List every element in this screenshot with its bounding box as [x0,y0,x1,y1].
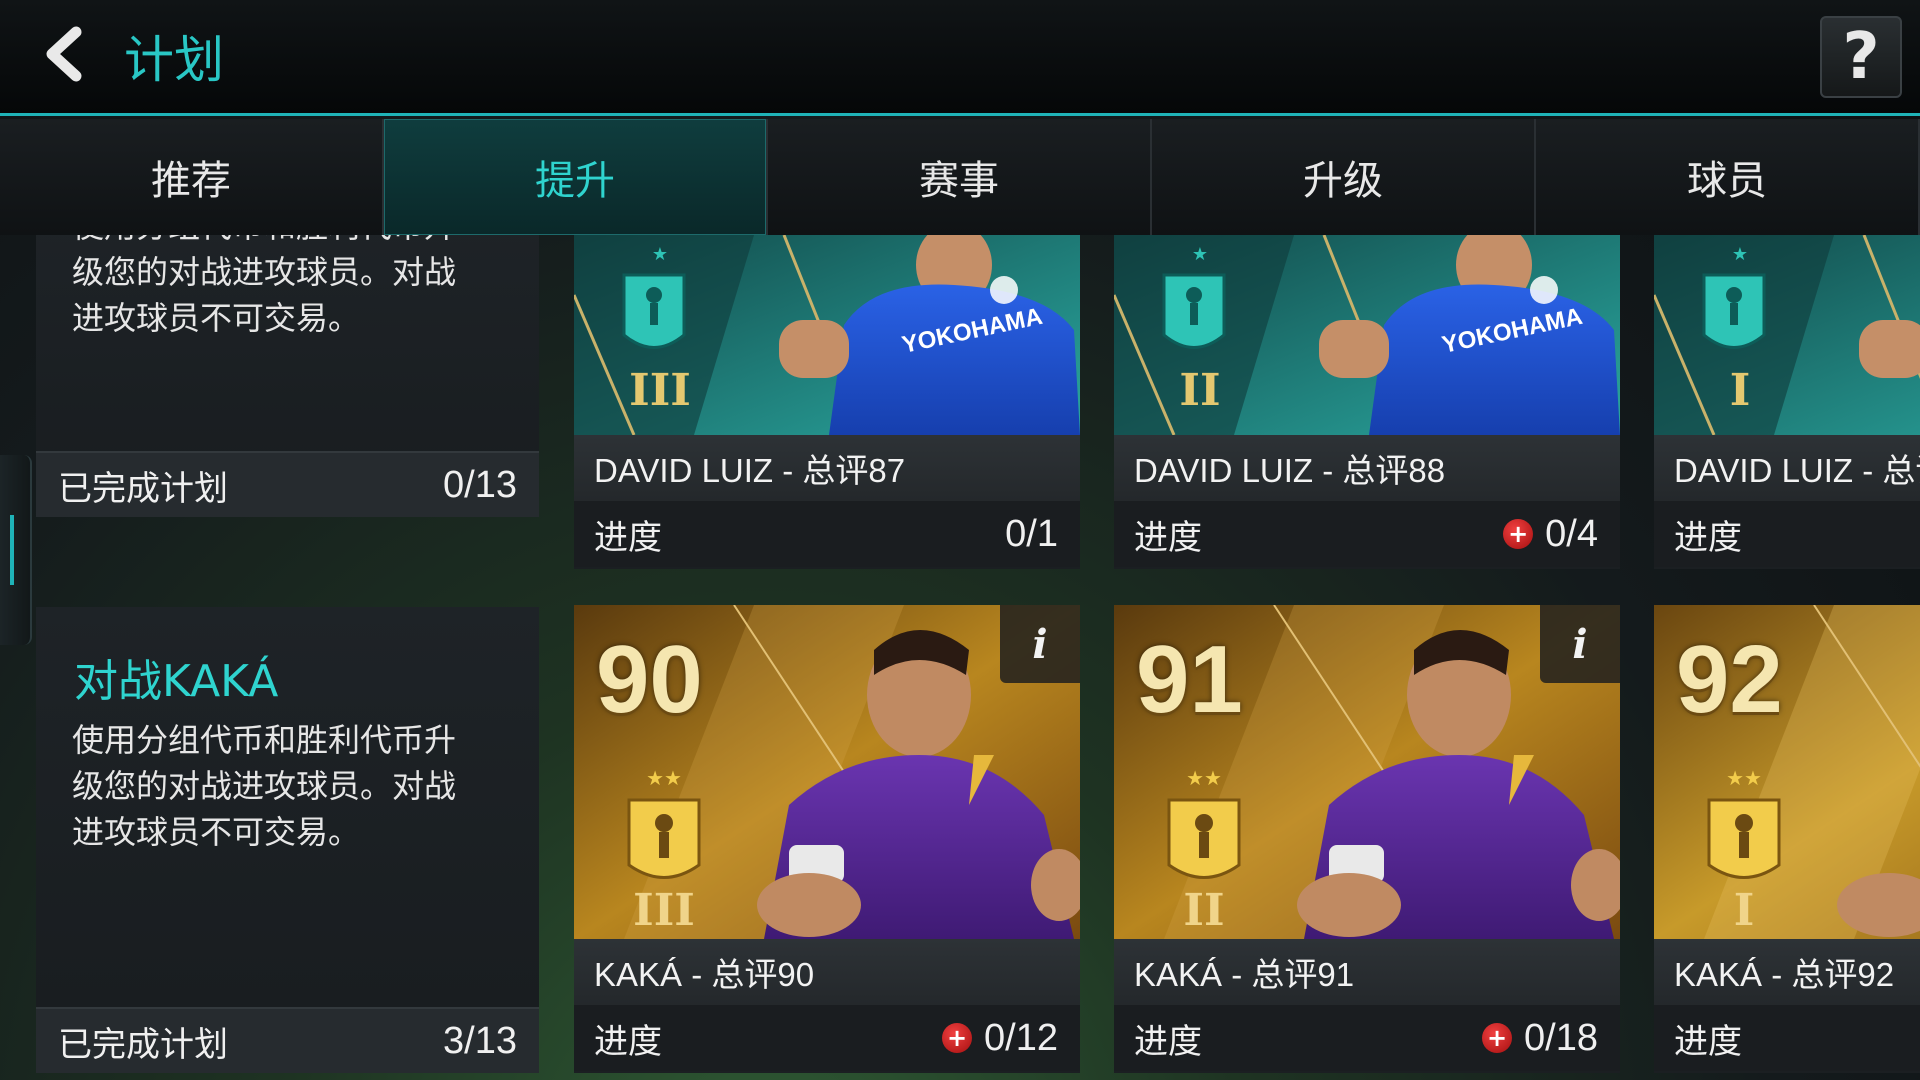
completed-plans-label: 已完成计划 [58,1024,228,1065]
progress-label: 进度 [594,1021,662,1062]
card-title: DAVID LUIZ - 总评 [1654,435,1920,501]
plan-card[interactable]: ★★ II 91 i KAKÁ - 总评91 进度 + 0/18 [1114,605,1620,1073]
completed-plans-count: 0/13 [443,463,517,506]
plan-description: 使用分组代币和胜利代币升 级您的对战进攻球员。对战 进攻球员不可交易。 [72,717,512,855]
card-progress-row: 进度 + 0/4 [1114,501,1620,567]
player-art: ★★ II 91 i [1114,605,1620,939]
help-button[interactable]: ? [1820,16,1902,98]
info-button[interactable]: i [1540,605,1620,683]
card-progress-row: 进度 + 0/12 [574,1005,1080,1071]
plan-card[interactable]: YOKOHAMA ★ III DAVID LUIZ - 总评87 进度 0/1 [574,235,1080,569]
desc-line: 进攻球员不可交易。 [72,813,361,851]
plan-card[interactable]: ★★ III 90 i KAKÁ - 总评90 进度 + 0/12 [574,605,1080,1073]
plus-icon[interactable]: + [942,1023,973,1053]
desc-line: 进攻球员不可交易。 [72,299,361,337]
progress-label: 进度 [1674,517,1742,558]
player-art: ★★ I 92 [1654,605,1920,939]
tab-events[interactable]: 赛事 [768,119,1152,235]
completed-plans-row: 已完成计划 0/13 [36,451,539,517]
progress-label: 进度 [594,517,662,558]
back-button[interactable] [34,24,94,84]
plan-title: 对战KAKÁ [74,656,279,707]
player-rating: 90 [596,626,703,733]
tab-players[interactable]: 球员 [1536,119,1920,235]
tab-recommended[interactable]: 推荐 [0,119,384,235]
tier-label: III [629,365,691,416]
svg-text:★: ★ [1192,244,1208,265]
plan-info-panel: 对战KAKÁ 使用分组代币和胜利代币升 级您的对战进攻球员。对战 进攻球员不可交… [36,607,539,1073]
svg-text:★★: ★★ [1186,766,1222,790]
player-art: YOKOHAMA ★ II [1114,235,1620,435]
plan-card[interactable]: ★★ I 92 KAKÁ - 总评92 进度 [1654,605,1920,1073]
progress-label: 进度 [1134,517,1202,558]
info-button[interactable]: i [1000,605,1080,683]
player-art: YOKOHAMA ★ III [574,235,1080,435]
plus-icon[interactable]: + [1503,519,1534,549]
desc-line: 使用分组代币和胜利代币升 [72,235,512,249]
card-progress-row: 进度 0/1 [574,501,1080,567]
tab-boost[interactable]: 提升 [384,119,768,235]
card-title: KAKÁ - 总评92 [1654,939,1920,1005]
svg-text:★: ★ [652,244,668,265]
chevron-left-icon [46,26,82,82]
card-title: DAVID LUIZ - 总评87 [574,435,1080,501]
plus-icon[interactable]: + [1482,1023,1513,1053]
player-art: ★★ III 90 i [574,605,1080,939]
tier-label: II [1179,365,1220,416]
card-title: DAVID LUIZ - 总评88 [1114,435,1620,501]
desc-line: 使用分组代币和胜利代币升 [72,721,457,759]
plan-card[interactable]: YOKOHAMA ★ II DAVID LUIZ - 总评88 进度 + 0/4 [1114,235,1620,569]
player-art: ★ I [1654,235,1920,435]
player-rating: 91 [1136,626,1243,733]
card-title: KAKÁ - 总评91 [1114,939,1620,1005]
page-title: 计划 [124,31,224,89]
card-title: KAKÁ - 总评90 [574,939,1080,1005]
svg-text:★: ★ [1732,244,1748,265]
tier-label: III [633,885,695,936]
completed-plans-count: 3/13 [443,1019,517,1062]
plan-description: 使用分组代币和胜利代币升 级您的对战进攻球员。对战 进攻球员不可交易。 [72,235,512,341]
top-bar: 计划 ? [0,0,1920,116]
completed-plans-label: 已完成计划 [58,468,228,509]
desc-line: 级您的对战进攻球员。对战 [72,253,457,291]
progress-value: 0/18 [1524,1016,1598,1059]
progress-label: 进度 [1134,1021,1202,1062]
plans-scroll-area[interactable]: 使用分组代币和胜利代币升 级您的对战进攻球员。对战 进攻球员不可交易。 已完成计… [0,235,1920,1080]
progress-label: 进度 [1674,1021,1742,1062]
side-drawer-handle[interactable] [0,455,32,645]
tier-label: I [1734,885,1755,936]
player-rating: 92 [1676,626,1783,733]
card-progress-row: 进度 + 0/18 [1114,1005,1620,1071]
progress-value: 0/1 [1005,512,1058,555]
tier-label: I [1730,365,1751,416]
completed-plans-row: 已完成计划 3/13 [36,1007,539,1073]
tier-label: II [1183,885,1224,936]
card-progress-row: 进度 [1654,501,1920,567]
svg-text:★★: ★★ [1726,766,1762,790]
desc-line: 级您的对战进攻球员。对战 [72,767,457,805]
progress-value: 0/12 [984,1016,1058,1059]
plan-info-panel: 使用分组代币和胜利代币升 级您的对战进攻球员。对战 进攻球员不可交易。 已完成计… [36,235,539,517]
svg-text:★★: ★★ [646,766,682,790]
card-progress-row: 进度 [1654,1005,1920,1071]
plan-card[interactable]: ★ I DAVID LUIZ - 总评 进度 [1654,235,1920,569]
progress-value: 0/4 [1545,512,1598,555]
tab-upgrade[interactable]: 升级 [1152,119,1536,235]
tab-bar: 推荐 提升 赛事 升级 球员 [0,119,1920,235]
